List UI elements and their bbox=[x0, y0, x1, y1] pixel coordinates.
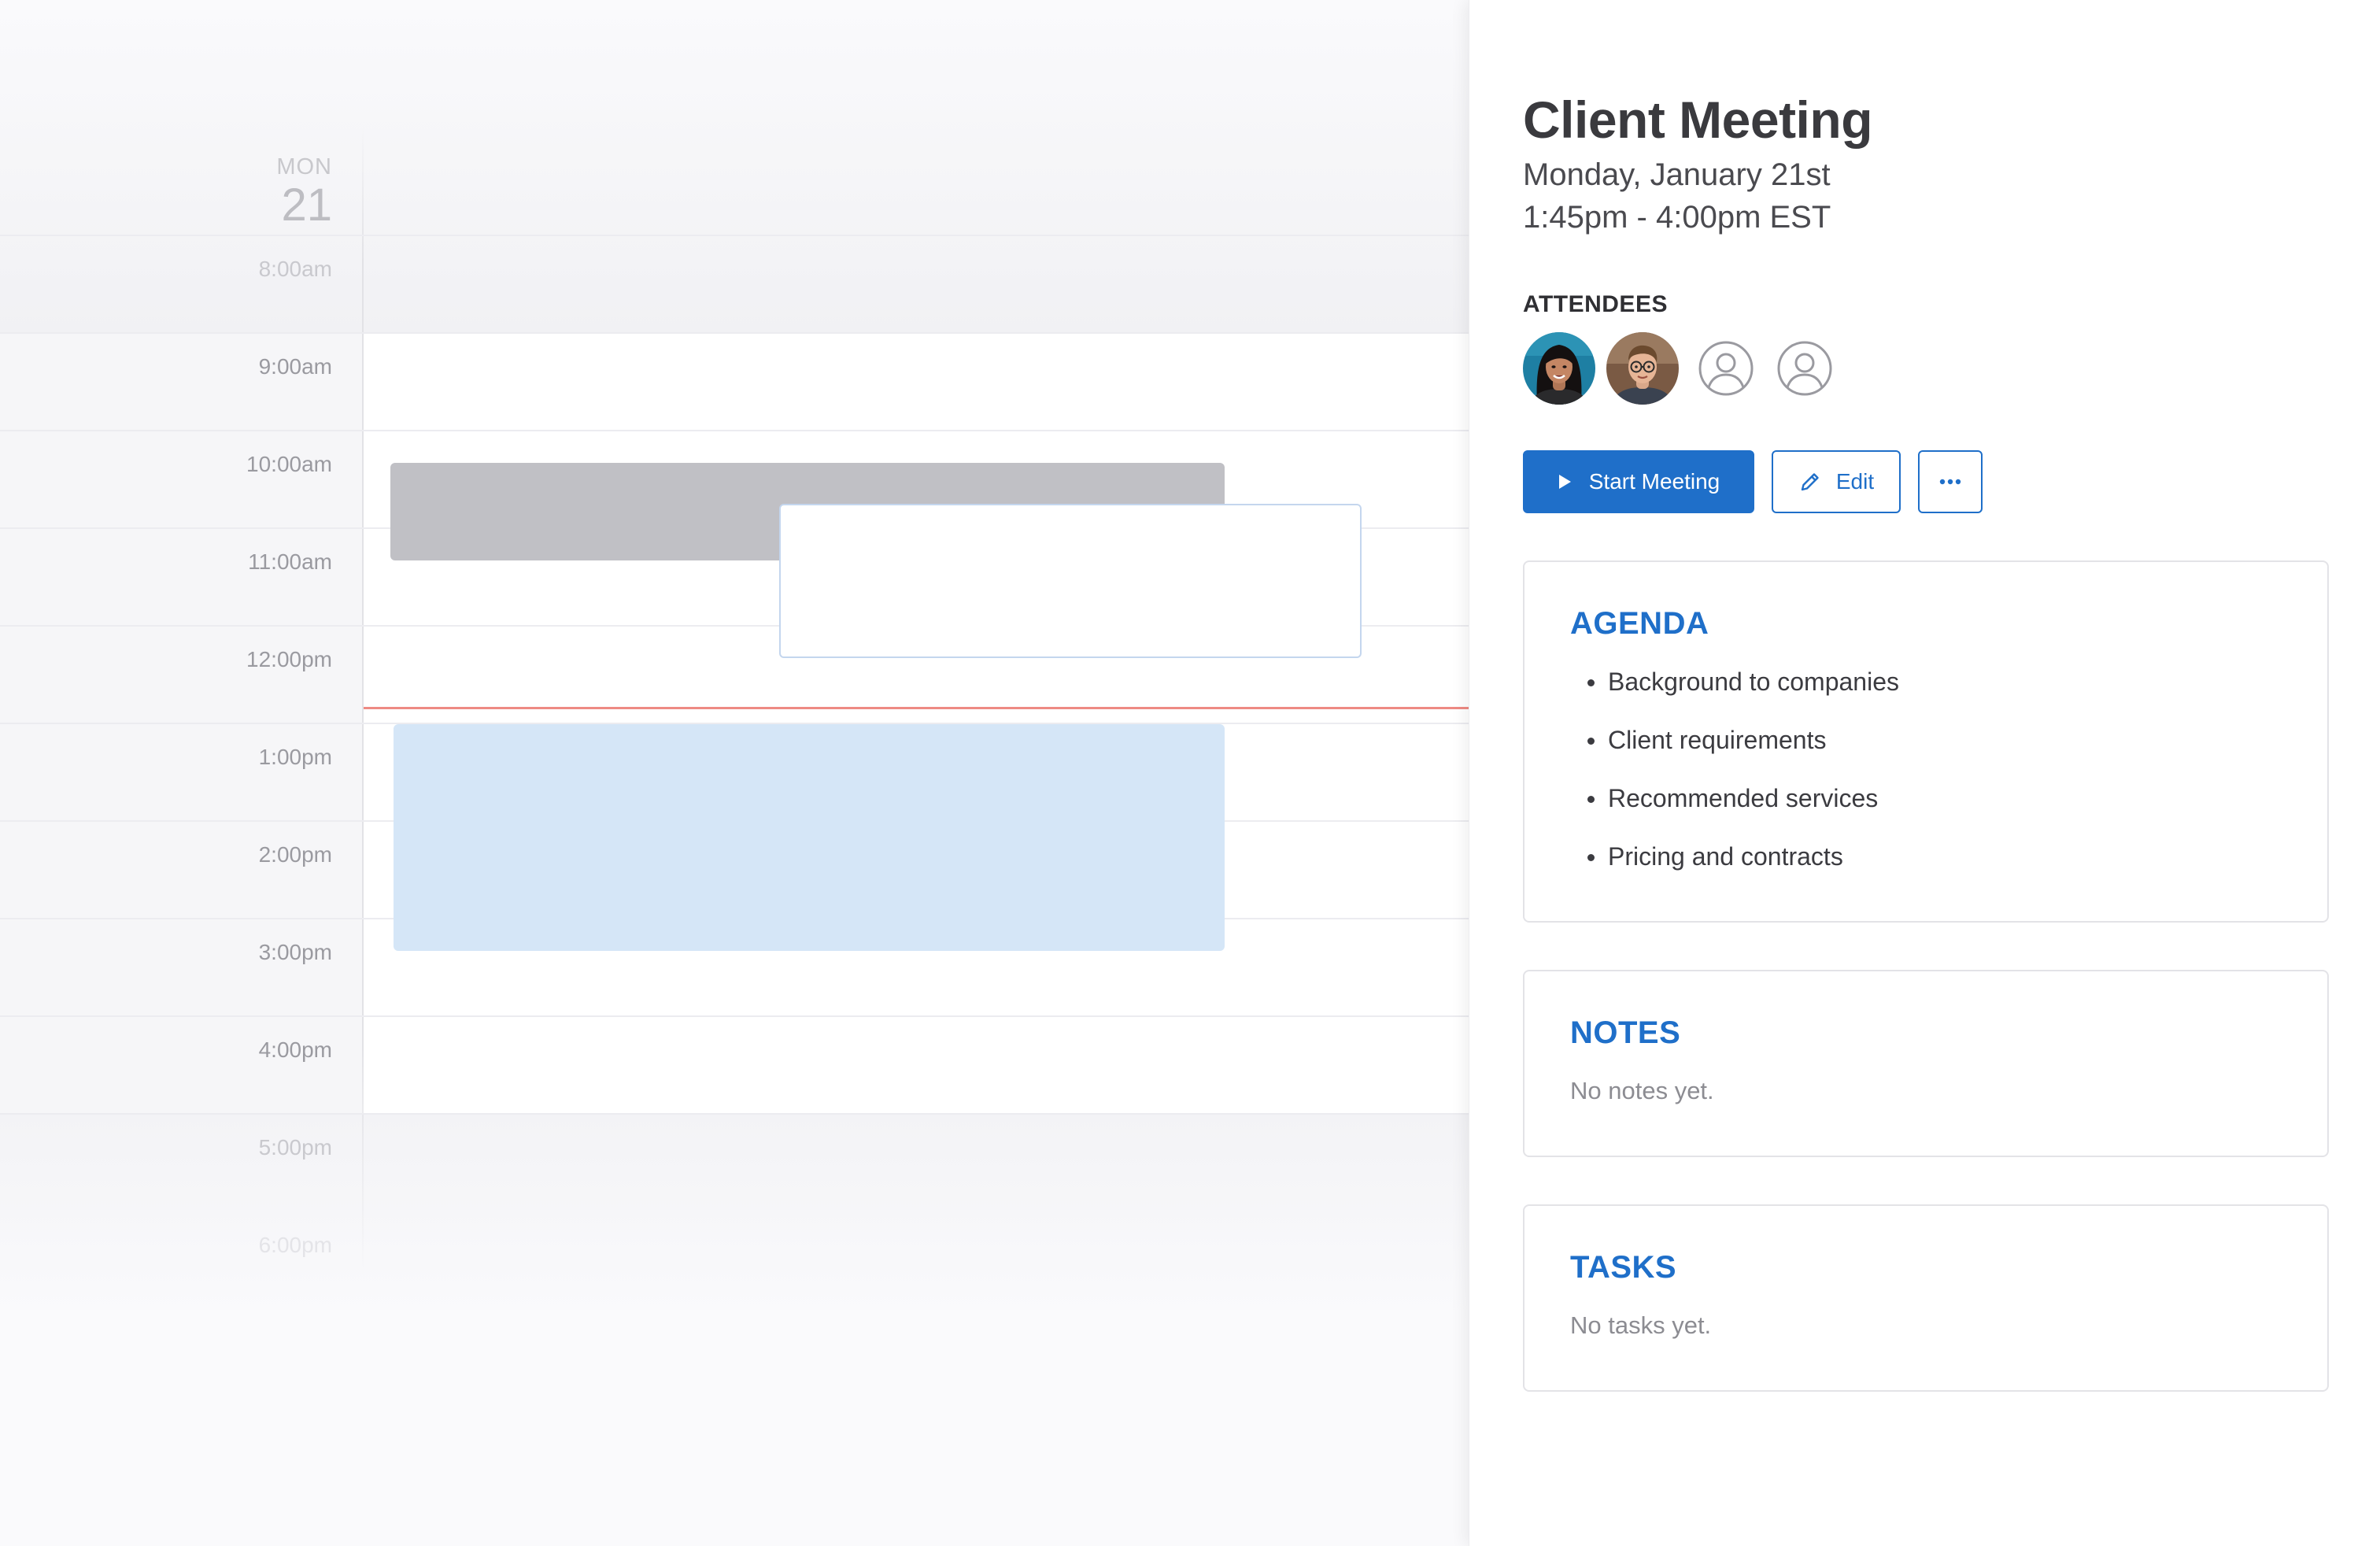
attendee-avatar-man[interactable] bbox=[1606, 332, 1679, 405]
current-time-indicator bbox=[364, 707, 1469, 709]
ellipsis-icon bbox=[1939, 479, 1961, 485]
edit-label: Edit bbox=[1835, 469, 1875, 494]
hour-line bbox=[0, 1015, 1469, 1017]
event-date: Monday, January 21st bbox=[1523, 157, 1831, 192]
agenda-list: Background to companies Client requireme… bbox=[1587, 666, 1899, 899]
time-label-2pm: 2:00pm bbox=[258, 842, 332, 867]
agenda-item: Recommended services bbox=[1587, 782, 1899, 841]
attendee-avatar-woman[interactable] bbox=[1523, 332, 1595, 405]
time-label-11am: 11:00am bbox=[248, 549, 332, 574]
play-icon bbox=[1558, 474, 1572, 490]
time-label-4pm: 4:00pm bbox=[258, 1037, 332, 1062]
notes-title: NOTES bbox=[1570, 1015, 1681, 1050]
tasks-title: TASKS bbox=[1570, 1250, 1677, 1285]
start-meeting-label: Start Meeting bbox=[1588, 469, 1720, 494]
tasks-empty-text: No tasks yet. bbox=[1570, 1311, 1712, 1339]
time-label-3pm: 3:00pm bbox=[258, 940, 332, 964]
notes-card[interactable]: NOTES No notes yet. bbox=[1523, 970, 2329, 1157]
attendees-label: ATTENDEES bbox=[1523, 291, 1668, 317]
time-label-12pm: 12:00pm bbox=[246, 647, 332, 671]
hour-line bbox=[0, 332, 1469, 334]
user-circle-icon bbox=[1698, 341, 1754, 396]
calendar-event-outline[interactable] bbox=[779, 504, 1362, 658]
hour-line bbox=[0, 235, 1469, 236]
hour-line bbox=[0, 430, 1469, 431]
more-options-button[interactable] bbox=[1918, 450, 1983, 513]
calendar-day-view: MON 21 8:00am 9:00am 10:00am 11:00am 12:… bbox=[0, 0, 1469, 1546]
event-time: 1:45pm - 4:00pm EST bbox=[1523, 200, 1831, 235]
time-label-10am: 10:00am bbox=[246, 452, 332, 476]
time-label-9am: 9:00am bbox=[258, 354, 332, 379]
agenda-item: Pricing and contracts bbox=[1587, 841, 1899, 899]
time-label-6pm: 6:00pm bbox=[258, 1233, 332, 1257]
agenda-item: Background to companies bbox=[1587, 666, 1899, 724]
time-gutter bbox=[0, 334, 362, 1115]
day-number: 21 bbox=[281, 179, 332, 231]
agenda-item: Client requirements bbox=[1587, 724, 1899, 782]
attendee-placeholder[interactable] bbox=[1690, 332, 1762, 405]
event-detail-panel: Client Meeting Monday, January 21st 1:45… bbox=[1469, 0, 2380, 1546]
tasks-card[interactable]: TASKS No tasks yet. bbox=[1523, 1204, 2329, 1392]
notes-empty-text: No notes yet. bbox=[1570, 1077, 1714, 1104]
agenda-title: AGENDA bbox=[1570, 606, 1709, 641]
pencil-icon bbox=[1798, 470, 1822, 494]
edit-button[interactable]: Edit bbox=[1772, 450, 1901, 513]
time-label-8am: 8:00am bbox=[258, 257, 332, 281]
user-circle-icon bbox=[1777, 341, 1832, 396]
time-label-5pm: 5:00pm bbox=[258, 1135, 332, 1160]
gutter-divider bbox=[362, 126, 364, 1275]
day-name: MON bbox=[276, 154, 332, 179]
hour-line bbox=[0, 1113, 1469, 1115]
day-header[interactable]: MON 21 bbox=[276, 154, 332, 229]
start-meeting-button[interactable]: Start Meeting bbox=[1523, 450, 1754, 513]
agenda-card: AGENDA Background to companies Client re… bbox=[1523, 560, 2329, 923]
attendee-placeholder[interactable] bbox=[1768, 332, 1841, 405]
event-title: Client Meeting bbox=[1523, 91, 1873, 149]
time-label-1pm: 1:00pm bbox=[258, 745, 332, 769]
calendar-event-selected[interactable] bbox=[394, 724, 1225, 951]
calendar-top-fade bbox=[0, 0, 1469, 334]
